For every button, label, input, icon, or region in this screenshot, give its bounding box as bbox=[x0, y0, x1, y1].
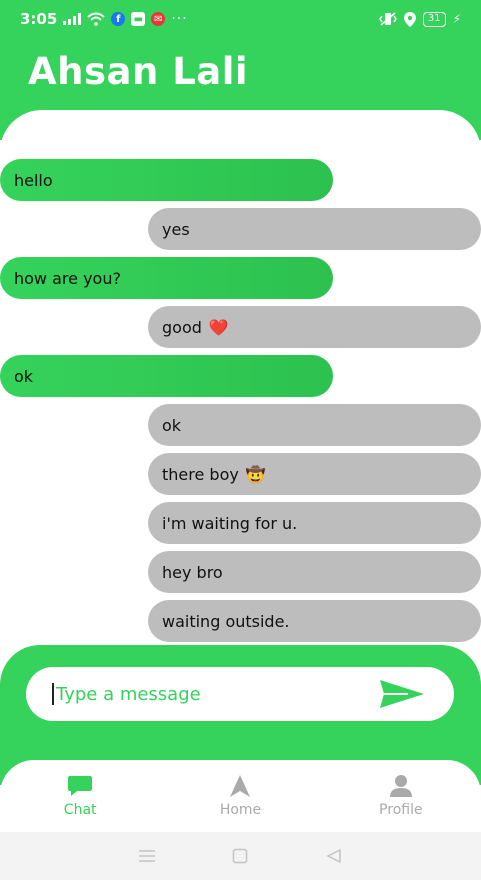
message-bubble-received[interactable]: there boy 🤠 bbox=[148, 453, 481, 495]
message-bubble-received[interactable]: good ❤️ bbox=[148, 306, 481, 348]
wifi-icon bbox=[87, 12, 105, 26]
message-bubble-received[interactable]: i'm waiting for u. bbox=[148, 502, 481, 544]
message-text: waiting outside. bbox=[162, 611, 290, 631]
bottom-navigation: Chat Home Profile bbox=[0, 760, 481, 832]
status-bar: 3:05 f ▬ ✉ ··· 31 ⚡ bbox=[0, 0, 481, 38]
message-text: ok bbox=[162, 415, 182, 435]
message-bubble-received[interactable]: waiting outside. bbox=[148, 600, 481, 642]
nav-label-profile: Profile bbox=[379, 802, 423, 818]
message-text: how are you? bbox=[14, 268, 121, 288]
message-text: good bbox=[162, 317, 202, 337]
message-icon: ▬ bbox=[131, 12, 146, 26]
location-icon bbox=[403, 11, 416, 27]
message-text: ok bbox=[14, 366, 34, 386]
cowboy-emoji: 🤠 bbox=[245, 464, 266, 484]
message-bubble-received[interactable]: yes bbox=[148, 208, 481, 250]
send-icon[interactable] bbox=[378, 678, 426, 710]
chat-icon bbox=[68, 776, 93, 796]
battery-icon: 31 bbox=[422, 11, 446, 27]
nav-tab-profile[interactable]: Profile bbox=[321, 760, 481, 832]
message-bubble-sent[interactable]: ok bbox=[0, 355, 333, 397]
message-bubble-received[interactable]: ok bbox=[148, 404, 481, 446]
message-text: there boy bbox=[162, 464, 239, 484]
heart-emoji: ❤️ bbox=[208, 317, 229, 337]
message-text: yes bbox=[162, 219, 190, 239]
menu-icon[interactable] bbox=[137, 846, 157, 866]
more-notifications-icon: ··· bbox=[171, 11, 188, 27]
vibrate-icon bbox=[378, 12, 397, 26]
back-triangle-icon[interactable] bbox=[324, 846, 344, 866]
notification-app-icon: ✉ bbox=[151, 12, 166, 26]
message-text: i'm waiting for u. bbox=[162, 513, 298, 533]
message-text: hello bbox=[14, 170, 53, 190]
message-bubble-sent[interactable]: how are you? bbox=[0, 257, 333, 299]
navigation-arrow-icon bbox=[230, 775, 251, 797]
signal-icon bbox=[63, 13, 82, 25]
person-icon bbox=[389, 775, 412, 797]
message-bubble-sent[interactable]: hello bbox=[0, 159, 333, 201]
message-bubble-received[interactable]: hey bro bbox=[148, 551, 481, 593]
facebook-icon: f bbox=[111, 12, 126, 26]
message-text: hey bro bbox=[162, 562, 223, 582]
text-cursor bbox=[52, 683, 54, 705]
status-time: 3:05 bbox=[20, 10, 58, 28]
nav-label-home: Home bbox=[219, 802, 262, 818]
charging-icon: ⚡ bbox=[452, 12, 461, 26]
nav-tab-home[interactable]: Home bbox=[160, 760, 320, 832]
page-title: Ahsan Lali bbox=[28, 50, 249, 93]
home-square-icon[interactable] bbox=[230, 846, 250, 866]
message-input[interactable]: Type a message bbox=[26, 667, 454, 721]
system-navigation-bar bbox=[0, 832, 481, 880]
nav-tab-chat[interactable]: Chat bbox=[0, 760, 160, 832]
nav-label-chat: Chat bbox=[63, 802, 97, 818]
